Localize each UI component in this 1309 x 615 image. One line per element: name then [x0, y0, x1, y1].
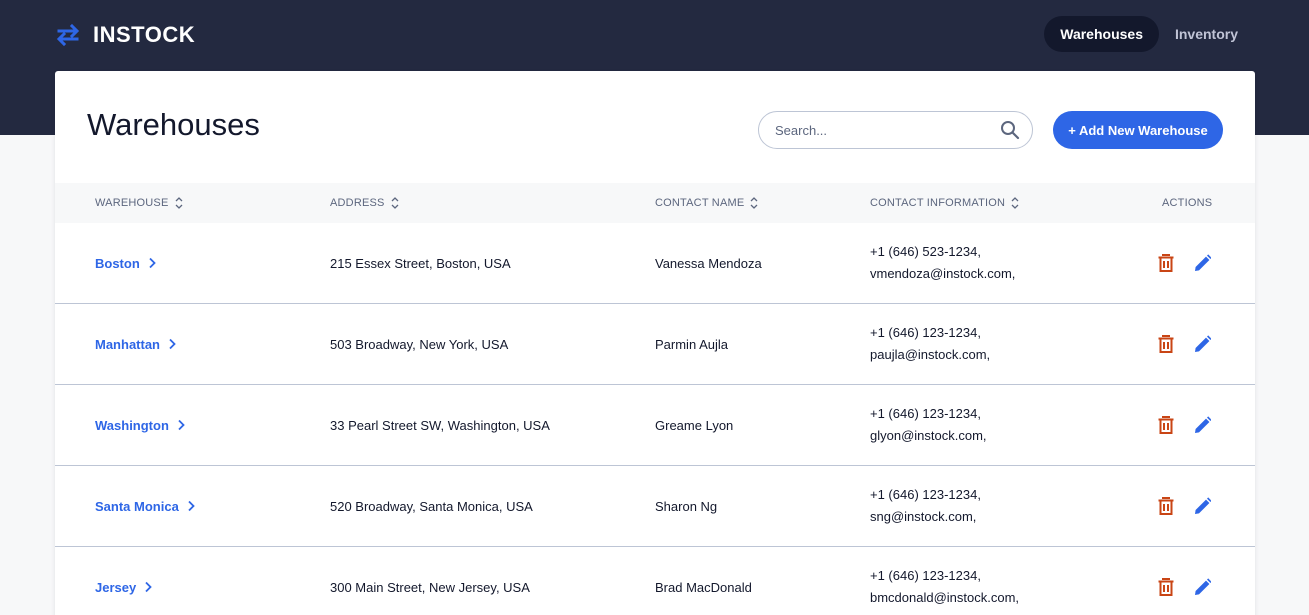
table-row: Washington 33 Pearl Street SW, Washingto… — [55, 385, 1255, 466]
contact-info-cell: +1 (646) 123-1234, bmcdonald@instock.com… — [870, 547, 1019, 615]
main-nav: Warehouses Inventory — [1044, 16, 1254, 52]
actions-cell — [1157, 466, 1211, 546]
column-header-actions: ACTIONS — [1162, 183, 1212, 223]
chevron-right-icon[interactable] — [187, 500, 195, 512]
warehouse-name[interactable]: Boston — [95, 256, 140, 271]
column-header-contact-name[interactable]: CONTACT NAME — [655, 183, 758, 223]
sort-icon[interactable] — [1011, 197, 1019, 209]
column-header-address[interactable]: ADDRESS — [330, 183, 399, 223]
contact-name-cell: Greame Lyon — [655, 417, 734, 433]
actions-cell — [1157, 223, 1211, 303]
search-input[interactable] — [775, 122, 1000, 138]
contact-phone: +1 (646) 123-1234, — [870, 487, 981, 502]
warehouse-link[interactable]: Manhattan — [95, 304, 176, 384]
contact-name-cell: Sharon Ng — [655, 498, 718, 514]
edit-icon[interactable] — [1193, 496, 1211, 516]
warehouse-name[interactable]: Santa Monica — [95, 499, 179, 514]
sort-icon[interactable] — [175, 197, 183, 209]
address-cell: 33 Pearl Street SW, Washington, USA — [330, 417, 550, 433]
swap-arrows-icon — [56, 23, 80, 47]
sort-icon[interactable] — [750, 197, 758, 209]
warehouse-name[interactable]: Manhattan — [95, 337, 160, 352]
edit-icon[interactable] — [1193, 334, 1211, 354]
column-label: WAREHOUSE — [95, 197, 169, 209]
delete-icon[interactable] — [1157, 496, 1175, 516]
edit-icon[interactable] — [1193, 253, 1211, 273]
warehouse-name[interactable]: Washington — [95, 418, 169, 433]
nav-warehouses[interactable]: Warehouses — [1044, 16, 1159, 52]
warehouse-link[interactable]: Santa Monica — [95, 466, 195, 546]
contact-info-cell: +1 (646) 123-1234, paujla@instock.com, — [870, 304, 990, 384]
edit-icon[interactable] — [1193, 415, 1211, 435]
contact-phone: +1 (646) 123-1234, — [870, 568, 981, 583]
column-label: CONTACT INFORMATION — [870, 197, 1006, 209]
contact-name-cell: Vanessa Mendoza — [655, 255, 762, 271]
delete-icon[interactable] — [1157, 577, 1175, 597]
actions-cell — [1157, 547, 1211, 615]
contact-name-cell: Brad MacDonald — [655, 579, 752, 595]
contact-info-cell: +1 (646) 523-1234, vmendoza@instock.com, — [870, 223, 1015, 303]
contact-info-cell: +1 (646) 123-1234, glyon@instock.com, — [870, 385, 987, 465]
chevron-right-icon[interactable] — [148, 257, 156, 269]
edit-icon[interactable] — [1193, 577, 1211, 597]
delete-icon[interactable] — [1157, 334, 1175, 354]
address-cell: 520 Broadway, Santa Monica, USA — [330, 498, 533, 514]
contact-email: sng@instock.com, — [870, 509, 977, 524]
address-cell: 215 Essex Street, Boston, USA — [330, 255, 511, 271]
table-row: Boston 215 Essex Street, Boston, USA Van… — [55, 223, 1255, 304]
column-header-warehouse[interactable]: WAREHOUSE — [95, 183, 183, 223]
address-cell: 503 Broadway, New York, USA — [330, 336, 509, 352]
sort-icon[interactable] — [391, 197, 399, 209]
contact-email: glyon@instock.com, — [870, 428, 987, 443]
page-title: Warehouses — [87, 107, 260, 142]
column-header-contact-information[interactable]: CONTACT INFORMATION — [870, 183, 1019, 223]
chevron-right-icon[interactable] — [144, 581, 152, 593]
contact-info-cell: +1 (646) 123-1234, sng@instock.com, — [870, 466, 981, 546]
warehouses-card: Warehouses + Add New Warehouse WAREHOUSE… — [55, 71, 1255, 615]
chevron-right-icon[interactable] — [168, 338, 176, 350]
contact-phone: +1 (646) 123-1234, — [870, 325, 981, 340]
chevron-right-icon[interactable] — [177, 419, 185, 431]
delete-icon[interactable] — [1157, 415, 1175, 435]
logo[interactable]: INSTOCK — [55, 20, 195, 50]
warehouse-link[interactable]: Washington — [95, 385, 185, 465]
actions-cell — [1157, 385, 1211, 465]
column-label: ACTIONS — [1162, 197, 1213, 209]
table-row: Jersey 300 Main Street, New Jersey, USA … — [55, 547, 1255, 615]
column-label: CONTACT NAME — [655, 197, 745, 209]
table-row: Santa Monica 520 Broadway, Santa Monica,… — [55, 466, 1255, 547]
address-cell: 300 Main Street, New Jersey, USA — [330, 579, 530, 595]
search-icon[interactable] — [1000, 120, 1020, 140]
add-warehouse-button[interactable]: + Add New Warehouse — [1053, 111, 1223, 149]
contact-name-cell: Parmin Aujla — [655, 336, 728, 352]
nav-inventory[interactable]: Inventory — [1159, 16, 1254, 52]
delete-icon[interactable] — [1157, 253, 1175, 273]
logo-text: INSTOCK — [93, 22, 196, 47]
contact-email: vmendoza@instock.com, — [870, 266, 1016, 281]
column-label: ADDRESS — [330, 197, 385, 209]
table-row: Manhattan 503 Broadway, New York, USA Pa… — [55, 304, 1255, 385]
search-box[interactable] — [758, 111, 1033, 149]
top-navigation: INSTOCK Warehouses Inventory — [0, 0, 1309, 71]
warehouse-link[interactable]: Jersey — [95, 547, 152, 615]
warehouse-name[interactable]: Jersey — [95, 580, 136, 595]
warehouse-link[interactable]: Boston — [95, 223, 156, 303]
actions-cell — [1157, 304, 1211, 384]
table-header: WAREHOUSE ADDRESS CONTACT NAME CONTACT I… — [55, 183, 1255, 223]
contact-email: paujla@instock.com, — [870, 347, 991, 362]
contact-phone: +1 (646) 523-1234, — [870, 244, 981, 259]
contact-phone: +1 (646) 123-1234, — [870, 406, 981, 421]
contact-email: bmcdonald@instock.com, — [870, 590, 1020, 605]
